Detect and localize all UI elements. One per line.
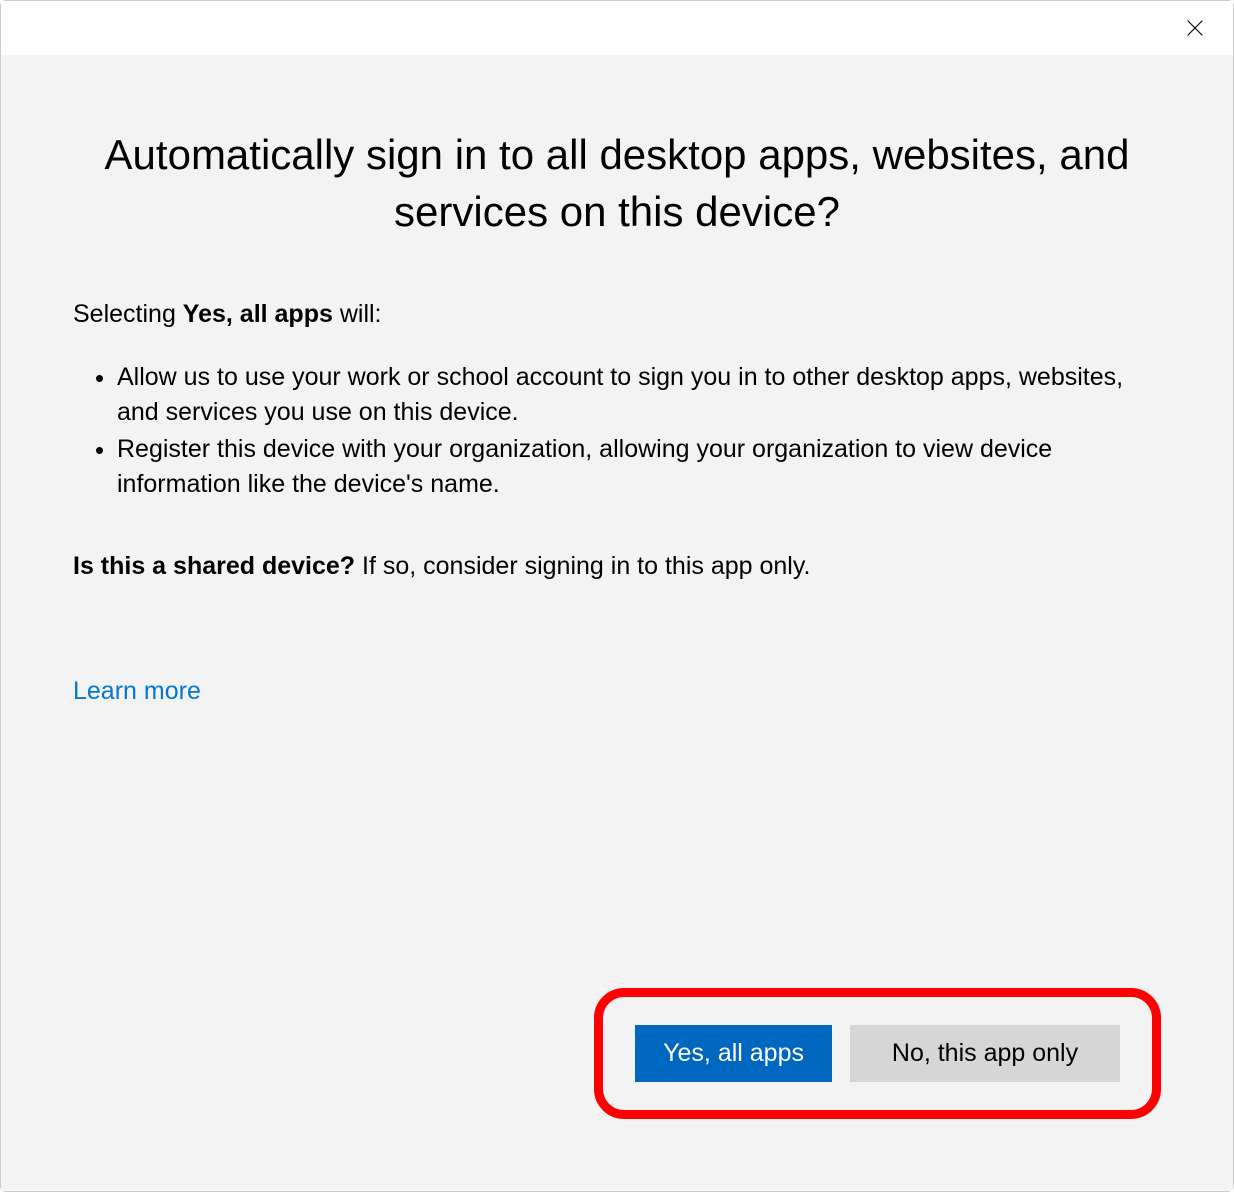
yes-all-apps-button[interactable]: Yes, all apps — [635, 1025, 832, 1082]
signin-dialog: Automatically sign in to all desktop app… — [0, 0, 1234, 1192]
no-this-app-only-button[interactable]: No, this app only — [850, 1025, 1120, 1082]
intro-suffix: will: — [333, 300, 382, 328]
shared-device-bold: Is this a shared device? — [73, 552, 355, 580]
bullet-item: Register this device with your organizat… — [117, 432, 1161, 502]
intro-bold: Yes, all apps — [183, 300, 333, 328]
bullet-list: Allow us to use your work or school acco… — [73, 360, 1161, 504]
learn-more-link[interactable]: Learn more — [73, 677, 201, 706]
titlebar — [1, 1, 1233, 55]
intro-prefix: Selecting — [73, 300, 183, 328]
shared-device-rest: If so, consider signing in to this app o… — [355, 552, 810, 580]
shared-device-text: Is this a shared device? If so, consider… — [73, 548, 1161, 586]
bullet-item: Allow us to use your work or school acco… — [117, 360, 1161, 430]
close-icon — [1184, 17, 1206, 39]
button-row-highlight: Yes, all apps No, this app only — [594, 988, 1161, 1119]
dialog-heading: Automatically sign in to all desktop app… — [73, 127, 1161, 240]
dialog-content: Automatically sign in to all desktop app… — [1, 55, 1233, 1191]
intro-text: Selecting Yes, all apps will: — [73, 296, 1161, 334]
close-button[interactable] — [1175, 8, 1215, 48]
